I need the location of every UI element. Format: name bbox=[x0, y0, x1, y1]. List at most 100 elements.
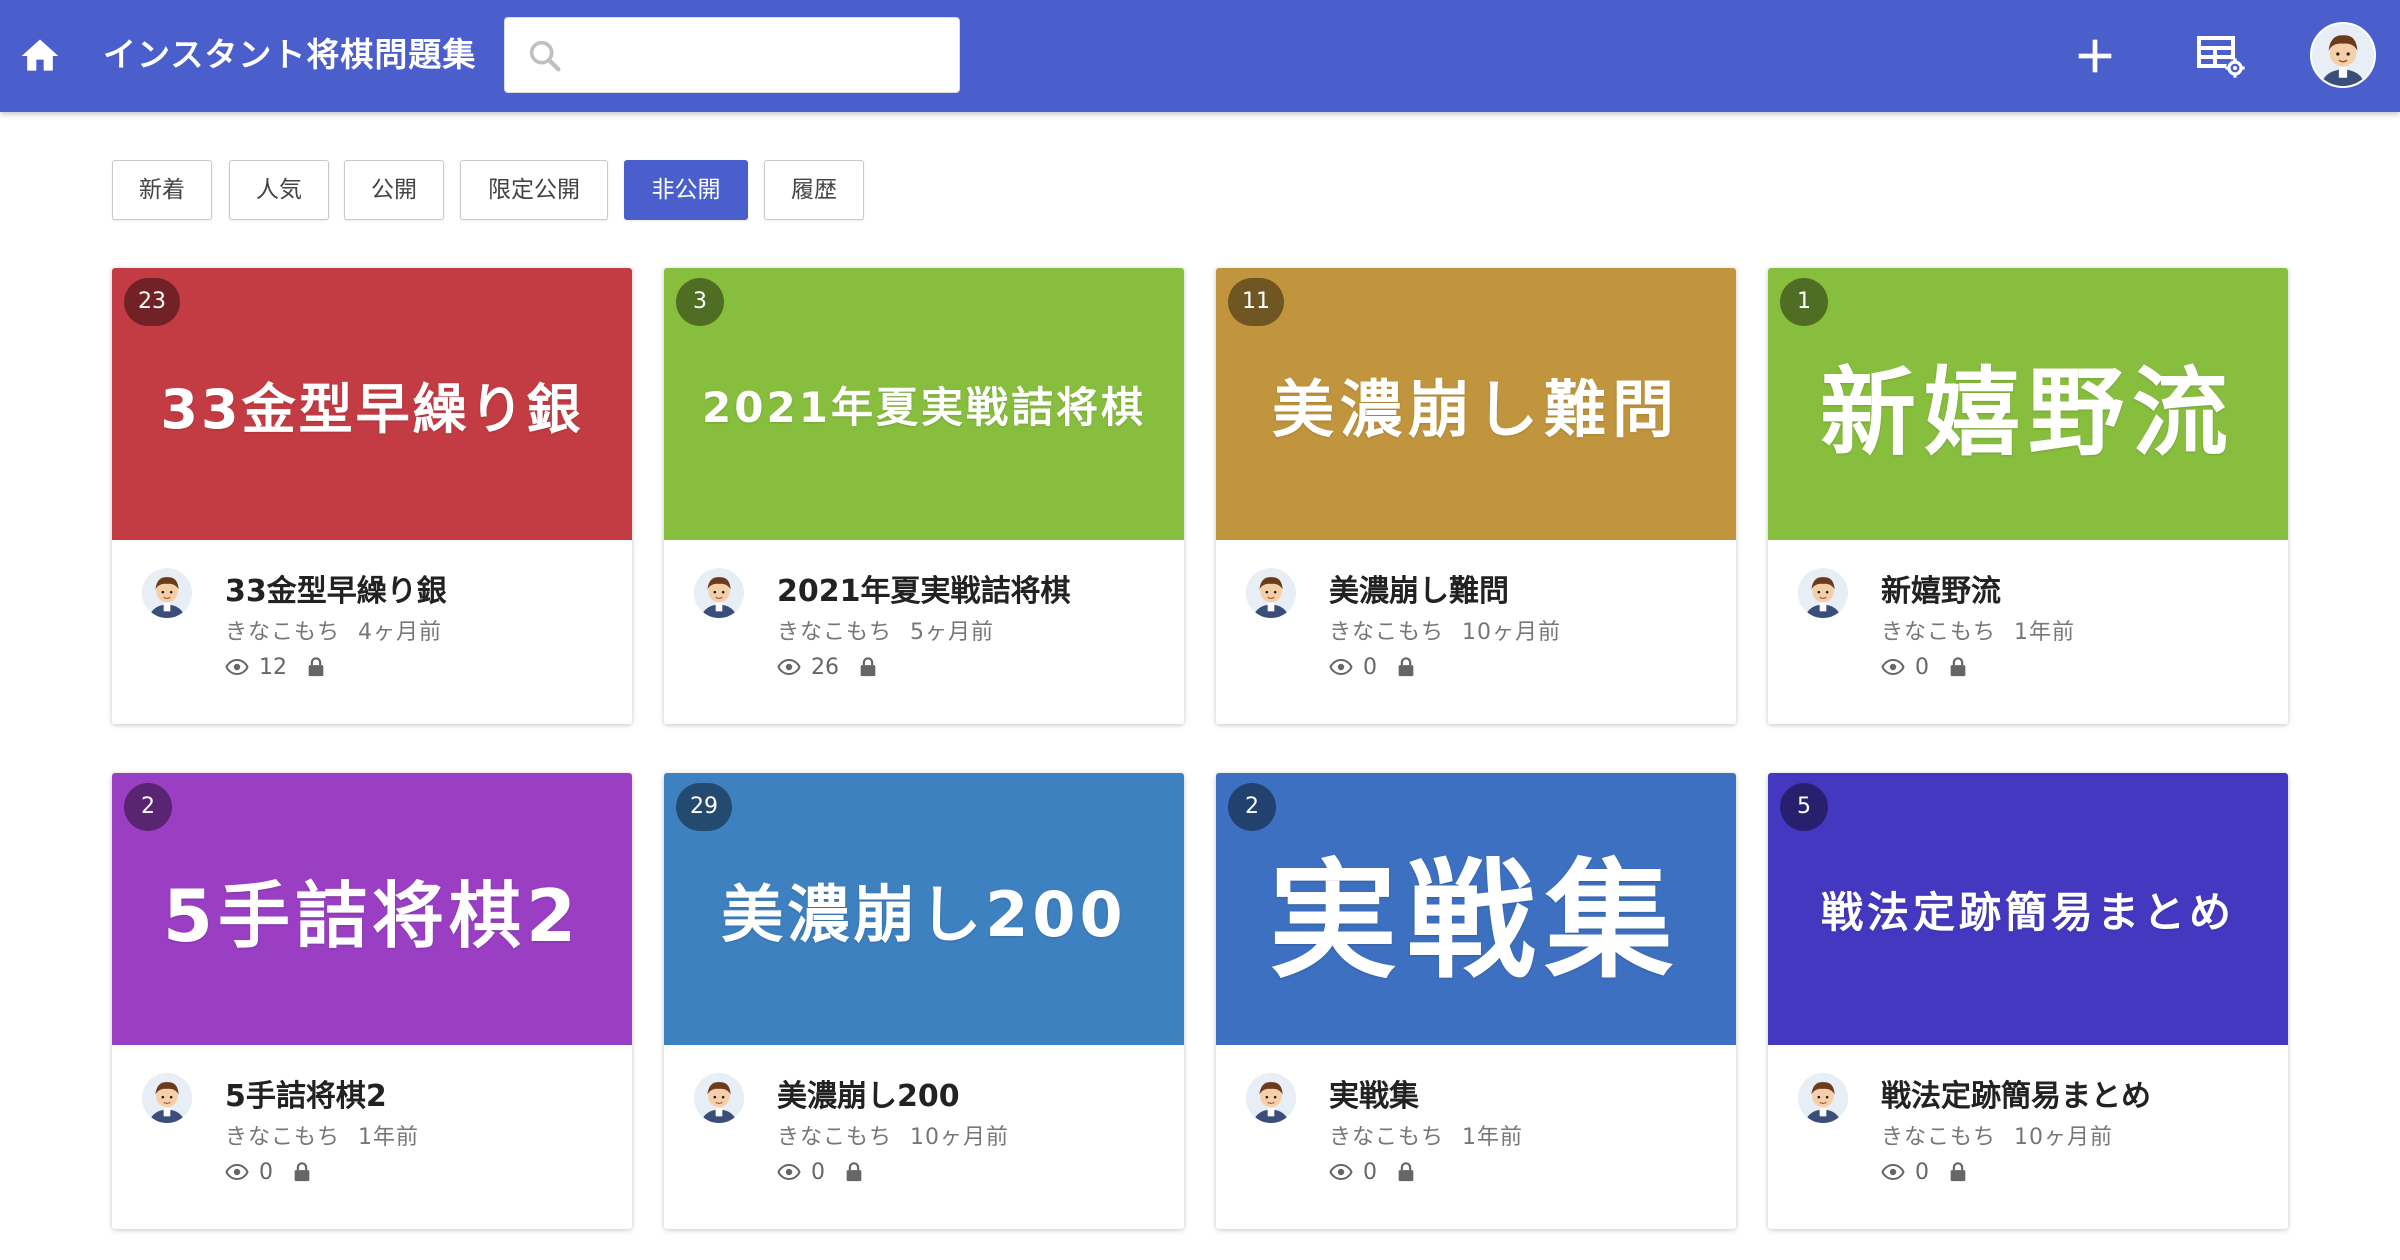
lock-icon bbox=[1395, 1161, 1417, 1183]
tab-public[interactable]: 公開 bbox=[344, 160, 444, 220]
author-name: きなこもち bbox=[1329, 1125, 1445, 1150]
author-avatar[interactable] bbox=[1798, 568, 1848, 618]
problem-count-badge: 2 bbox=[124, 783, 172, 831]
tab-history[interactable]: 履歴 bbox=[764, 160, 864, 220]
search-input[interactable] bbox=[577, 28, 951, 86]
home-icon bbox=[21, 39, 59, 71]
card-meta: きなこもち 10ヶ月前 bbox=[1329, 614, 1561, 646]
tab-private[interactable]: 非公開 bbox=[624, 160, 748, 220]
author-name: きなこもち bbox=[1881, 1125, 1997, 1150]
card-meta: きなこもち 5ヶ月前 bbox=[777, 614, 994, 646]
tab-new[interactable]: 新着 bbox=[112, 160, 212, 220]
view-count: 0 bbox=[1363, 654, 1377, 680]
card-title[interactable]: 実戦集 bbox=[1329, 1071, 1419, 1115]
card-banner[interactable]: 新嬉野流 1 bbox=[1768, 268, 2288, 540]
view-count: 26 bbox=[811, 654, 839, 680]
problem-count-badge: 3 bbox=[676, 278, 724, 326]
book-card[interactable]: 戦法定跡簡易まとめ 5 戦法定跡簡易まとめ きなこもち 10ヶ月前 0 bbox=[1768, 773, 2288, 1229]
plus-icon bbox=[2078, 39, 2112, 73]
card-banner[interactable]: 33金型早繰り銀 23 bbox=[112, 268, 632, 540]
card-meta: きなこもち 4ヶ月前 bbox=[225, 614, 442, 646]
search-box[interactable] bbox=[504, 17, 960, 93]
book-card[interactable]: 美濃崩し難問 11 美濃崩し難問きなこもち 10ヶ月前 0 bbox=[1216, 268, 1736, 724]
author-avatar[interactable] bbox=[1798, 1073, 1848, 1123]
view-count: 0 bbox=[1915, 654, 1929, 680]
table-settings-button[interactable] bbox=[2193, 28, 2249, 84]
view-count: 0 bbox=[1363, 1159, 1377, 1185]
problem-count-badge: 29 bbox=[676, 783, 732, 831]
author-name: きなこもち bbox=[225, 1125, 341, 1150]
card-meta: きなこもち 10ヶ月前 bbox=[1881, 1119, 2113, 1151]
view-count: 0 bbox=[811, 1159, 825, 1185]
updated-time: 5ヶ月前 bbox=[910, 620, 995, 645]
card-meta: きなこもち 10ヶ月前 bbox=[777, 1119, 1009, 1151]
card-banner-text: 実戦集 bbox=[1268, 846, 1683, 996]
card-meta: きなこもち 1年前 bbox=[225, 1119, 419, 1151]
card-banner[interactable]: 実戦集 2 bbox=[1216, 773, 1736, 1045]
eye-icon bbox=[1881, 655, 1905, 679]
lock-icon bbox=[857, 656, 879, 678]
card-stats: 0 bbox=[1329, 652, 1417, 682]
author-name: きなこもち bbox=[1881, 620, 1997, 645]
lock-icon bbox=[291, 1161, 313, 1183]
card-title[interactable]: 美濃崩し難問 bbox=[1329, 566, 1509, 610]
app-title[interactable]: インスタント将棋問題集 bbox=[103, 30, 476, 80]
author-avatar[interactable] bbox=[694, 1073, 744, 1123]
updated-time: 1年前 bbox=[2014, 620, 2076, 645]
card-banner-text: 33金型早繰り銀 bbox=[160, 377, 584, 441]
problem-count-badge: 11 bbox=[1228, 278, 1284, 326]
card-title[interactable]: 新嬉野流 bbox=[1881, 566, 2001, 610]
card-title[interactable]: 美濃崩し200 bbox=[777, 1071, 960, 1115]
lock-icon bbox=[1947, 656, 1969, 678]
card-stats: 26 bbox=[777, 652, 879, 682]
eye-icon bbox=[777, 1160, 801, 1184]
book-card[interactable]: 実戦集 2 実戦集きなこもち 1年前 0 bbox=[1216, 773, 1736, 1229]
card-banner[interactable]: 2021年夏実戦詰将棋 3 bbox=[664, 268, 1184, 540]
tab-popular[interactable]: 人気 bbox=[229, 160, 329, 220]
card-title[interactable]: 2021年夏実戦詰将棋 bbox=[777, 566, 1071, 610]
user-avatar[interactable] bbox=[2310, 22, 2376, 88]
author-avatar[interactable] bbox=[1246, 568, 1296, 618]
author-avatar[interactable] bbox=[1246, 1073, 1296, 1123]
problem-count-badge: 1 bbox=[1780, 278, 1828, 326]
avatar-icon bbox=[2312, 24, 2374, 86]
card-stats: 0 bbox=[1881, 1157, 1969, 1187]
card-banner-text: 戦法定跡簡易まとめ bbox=[1820, 887, 2235, 937]
author-avatar[interactable] bbox=[142, 568, 192, 618]
search-icon bbox=[529, 40, 561, 72]
book-card[interactable]: 5手詰将棋2 2 5手詰将棋2 きなこもち 1年前 0 bbox=[112, 773, 632, 1229]
card-banner[interactable]: 戦法定跡簡易まとめ 5 bbox=[1768, 773, 2288, 1045]
book-card[interactable]: 2021年夏実戦詰将棋 3 2021年夏実戦詰将棋きなこもち 5ヶ月前 26 bbox=[664, 268, 1184, 724]
app-bar: インスタント将棋問題集 bbox=[0, 0, 2400, 112]
eye-icon bbox=[225, 1160, 249, 1184]
updated-time: 10ヶ月前 bbox=[910, 1125, 1010, 1150]
tab-limited[interactable]: 限定公開 bbox=[460, 160, 608, 220]
card-stats: 0 bbox=[225, 1157, 313, 1187]
view-count: 0 bbox=[259, 1159, 273, 1185]
add-button[interactable] bbox=[2067, 28, 2123, 84]
updated-time: 1年前 bbox=[1462, 1125, 1524, 1150]
author-avatar[interactable] bbox=[142, 1073, 192, 1123]
author-avatar[interactable] bbox=[694, 568, 744, 618]
author-name: きなこもち bbox=[225, 620, 341, 645]
table-settings-icon bbox=[2197, 36, 2245, 78]
book-card[interactable]: 美濃崩し200 29 美濃崩し200 きなこもち 10ヶ月前 0 bbox=[664, 773, 1184, 1229]
book-card[interactable]: 新嬉野流 1 新嬉野流きなこもち 1年前 0 bbox=[1768, 268, 2288, 724]
card-banner-text: 美濃崩し難問 bbox=[1271, 373, 1680, 446]
card-title[interactable]: 5手詰将棋2 bbox=[225, 1071, 387, 1115]
author-name: きなこもち bbox=[1329, 620, 1445, 645]
card-title[interactable]: 戦法定跡簡易まとめ bbox=[1881, 1071, 2151, 1115]
lock-icon bbox=[1395, 656, 1417, 678]
author-name: きなこもち bbox=[777, 1125, 893, 1150]
home-button[interactable] bbox=[18, 34, 62, 78]
problem-count-badge: 2 bbox=[1228, 783, 1276, 831]
card-banner[interactable]: 5手詰将棋2 2 bbox=[112, 773, 632, 1045]
card-banner[interactable]: 美濃崩し200 29 bbox=[664, 773, 1184, 1045]
card-title[interactable]: 33金型早繰り銀 bbox=[225, 566, 447, 610]
card-banner-text: 2021年夏実戦詰将棋 bbox=[702, 382, 1146, 432]
card-banner-text: 5手詰将棋2 bbox=[162, 873, 582, 958]
book-card[interactable]: 33金型早繰り銀 23 33金型早繰り銀 きなこもち 4ヶ月前 12 bbox=[112, 268, 632, 724]
view-count: 0 bbox=[1915, 1159, 1929, 1185]
card-stats: 0 bbox=[1329, 1157, 1417, 1187]
card-banner[interactable]: 美濃崩し難問 11 bbox=[1216, 268, 1736, 540]
